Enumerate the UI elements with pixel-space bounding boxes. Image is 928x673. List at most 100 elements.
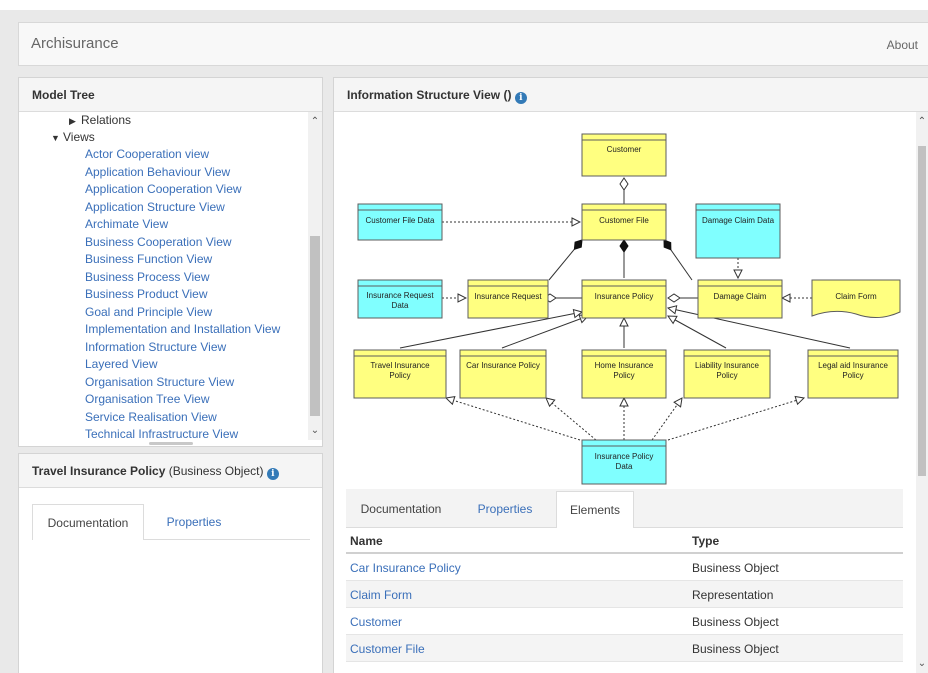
tree-view-item[interactable]: Application Behaviour View: [85, 165, 230, 180]
tab-properties[interactable]: Properties: [144, 504, 244, 540]
tree-view-item[interactable]: Organisation Tree View: [85, 392, 210, 407]
elements-table: Name Type Car Insurance Policy Business …: [346, 527, 903, 662]
tree-view-item[interactable]: Layered View: [85, 357, 158, 372]
app-title[interactable]: Archisurance: [31, 35, 119, 52]
node-label: Insurance Policy: [595, 292, 654, 301]
element-properties-header: Travel Insurance Policy (Business Object…: [19, 454, 322, 488]
scrollbar-thumb[interactable]: [918, 146, 926, 476]
node-label: Insurance Policy: [595, 452, 654, 461]
element-name: Travel Insurance Policy: [32, 464, 166, 478]
tree-view-item[interactable]: Archimate View: [85, 217, 168, 232]
element-type-cell: Business Object: [692, 615, 779, 629]
element-properties-panel: Travel Insurance Policy (Business Object…: [18, 453, 323, 673]
element-name-link[interactable]: Claim Form: [350, 588, 412, 602]
node-label: Claim Form: [835, 292, 877, 301]
tree-node-label: Views: [63, 130, 95, 144]
model-tree-panel: Model Tree ▶ Relations ▼ Views Actor Coope…: [18, 77, 323, 447]
tree-view-item[interactable]: Business Function View: [85, 252, 212, 267]
connector-line: [651, 398, 682, 441]
column-header-name[interactable]: Name: [350, 534, 383, 548]
diagram-nodes: Customer Customer File Customer File Dat…: [353, 133, 901, 485]
tree-view-item[interactable]: Actor Cooperation view: [85, 147, 209, 162]
table-row: Car Insurance Policy Business Object: [346, 554, 903, 581]
tree-view-item[interactable]: Business Product View: [85, 287, 208, 302]
tree-node-relations[interactable]: ▶ Relations: [69, 113, 131, 129]
node-customer-file-data[interactable]: Customer File Data: [357, 203, 443, 241]
node-damage-claim-data[interactable]: Damage Claim Data: [695, 203, 781, 259]
model-tree-list: ▶ Relations ▼ Views Actor Cooperation view…: [19, 112, 308, 440]
info-icon[interactable]: i: [514, 92, 527, 104]
view-panel: Information Structure View () i Customer…: [333, 77, 928, 673]
node-label: Policy: [389, 371, 410, 380]
caret-right-icon[interactable]: ▶: [69, 114, 81, 129]
view-title: Information Structure View (): [347, 88, 512, 102]
tree-view-item[interactable]: Implementation and Installation View: [85, 322, 280, 337]
node-insurance-policy[interactable]: Insurance Policy: [581, 279, 667, 319]
node-label: Policy: [842, 371, 863, 380]
node-label: Customer File: [599, 216, 649, 225]
table-row: Claim Form Representation: [346, 581, 903, 608]
connector-line: [668, 316, 727, 349]
node-label: Insurance Request: [366, 291, 434, 300]
node-label: Travel Insurance: [370, 361, 430, 370]
element-name-link[interactable]: Car Insurance Policy: [350, 561, 461, 575]
element-name-link[interactable]: Customer File: [350, 642, 425, 656]
about-link[interactable]: About: [887, 38, 918, 52]
diagram-canvas: Customer Customer File Customer File Dat…: [334, 112, 916, 492]
connector-line: [446, 398, 581, 441]
tree-view-item[interactable]: Technical Infrastructure View: [85, 427, 238, 440]
model-tree-title: Model Tree: [19, 78, 322, 112]
connector-line: [501, 316, 588, 349]
view-scrollbar[interactable]: ⌃ ⌄: [916, 112, 928, 673]
node-label: Data: [616, 462, 633, 471]
node-insurance-request[interactable]: Insurance Request: [467, 279, 549, 319]
scroll-up-icon[interactable]: ⌃: [308, 116, 322, 127]
scrollbar-thumb[interactable]: [310, 236, 320, 416]
archimate-diagram: Customer Customer File Customer File Dat…: [353, 133, 901, 485]
tree-view-item[interactable]: Goal and Principle View: [85, 305, 212, 320]
tree-view-item[interactable]: Service Realisation View: [85, 410, 217, 425]
table-header-row: Name Type: [346, 527, 903, 554]
tree-view-item[interactable]: Information Structure View: [85, 340, 226, 355]
tab-elements[interactable]: Elements: [556, 491, 634, 528]
connector-line: [548, 239, 583, 281]
tree-view-item[interactable]: Business Process View: [85, 270, 210, 285]
node-insurance-policy-data[interactable]: Insurance Policy Data: [581, 439, 667, 485]
node-legal-aid-insurance-policy[interactable]: Legal aid Insurance Policy: [807, 349, 899, 399]
node-travel-insurance-policy[interactable]: Travel Insurance Policy: [353, 349, 447, 399]
tab-divider: [144, 539, 310, 540]
column-header-type[interactable]: Type: [692, 534, 719, 548]
caret-down-icon[interactable]: ▼: [51, 131, 63, 146]
tab-properties[interactable]: Properties: [456, 491, 554, 527]
node-damage-claim[interactable]: Damage Claim: [697, 279, 783, 319]
tab-documentation[interactable]: Documentation: [346, 491, 456, 527]
node-label: Home Insurance: [595, 361, 654, 370]
model-tree-scrollbar[interactable]: ⌃ ⌄: [308, 112, 322, 440]
node-customer[interactable]: Customer: [581, 133, 667, 177]
node-liability-insurance-policy[interactable]: Liability Insurance Policy: [683, 349, 771, 399]
node-label: Customer File Data: [366, 216, 435, 225]
node-label: Policy: [613, 371, 634, 380]
panel-resize-handle[interactable]: [149, 442, 193, 445]
node-car-insurance-policy[interactable]: Car Insurance Policy: [459, 349, 547, 399]
node-label: Customer: [607, 145, 642, 154]
connector-line: [663, 239, 693, 281]
tab-documentation[interactable]: Documentation: [32, 504, 144, 540]
tree-view-item[interactable]: Application Cooperation View: [85, 182, 242, 197]
tree-view-item[interactable]: Organisation Structure View: [85, 375, 234, 390]
scroll-down-icon[interactable]: ⌄: [916, 658, 928, 669]
node-insurance-request-data[interactable]: Insurance Request Data: [357, 279, 443, 319]
tree-node-views[interactable]: ▼ Views: [51, 130, 95, 146]
node-label: Data: [392, 301, 409, 310]
node-label: Legal aid Insurance: [818, 361, 888, 370]
node-claim-form[interactable]: Claim Form: [811, 279, 901, 318]
tree-view-item[interactable]: Application Structure View: [85, 200, 225, 215]
scroll-up-icon[interactable]: ⌃: [916, 116, 928, 127]
tree-view-item[interactable]: Business Cooperation View: [85, 235, 232, 250]
element-name-link[interactable]: Customer: [350, 615, 402, 629]
element-type-cell: Representation: [692, 588, 774, 602]
info-icon[interactable]: i: [266, 468, 279, 480]
scroll-down-icon[interactable]: ⌄: [308, 425, 322, 436]
node-home-insurance-policy[interactable]: Home Insurance Policy: [581, 349, 667, 399]
node-customer-file[interactable]: Customer File: [581, 203, 667, 241]
